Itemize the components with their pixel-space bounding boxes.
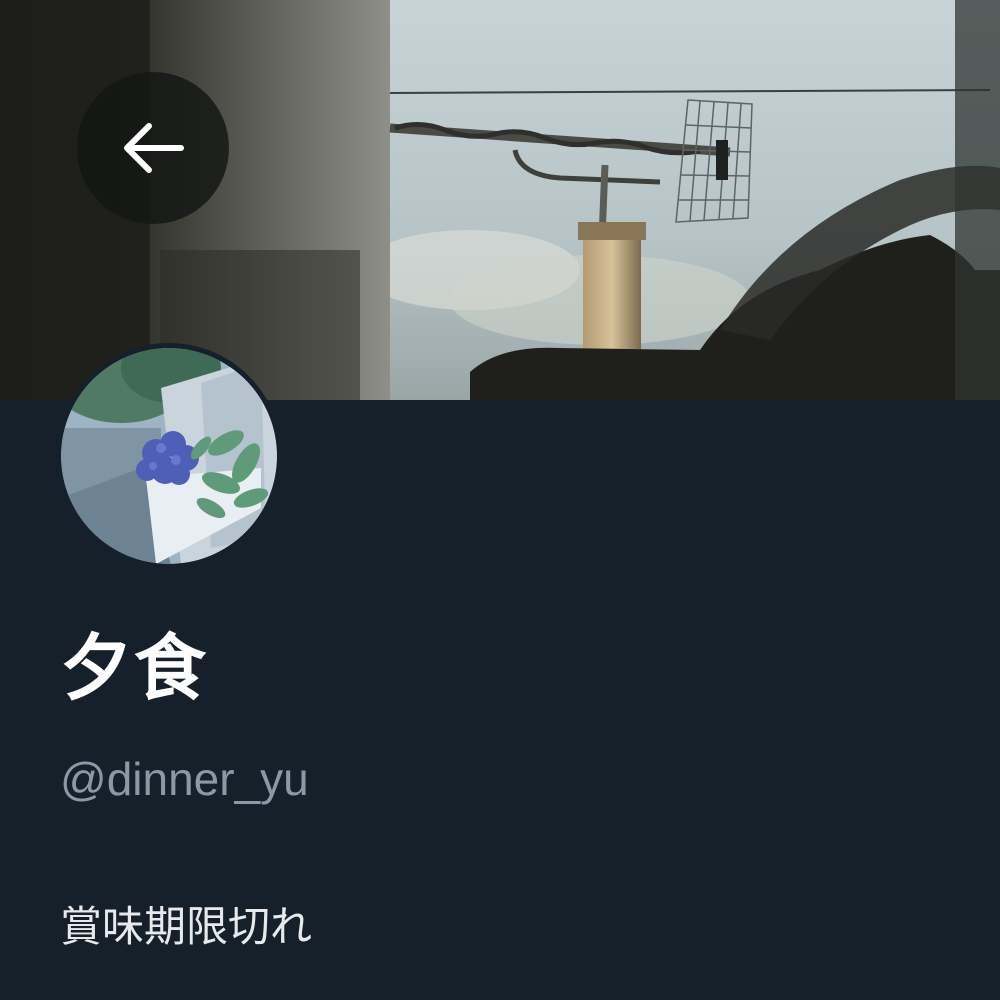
profile-handle: @dinner_yu xyxy=(60,753,309,805)
back-button[interactable] xyxy=(77,72,229,224)
arrow-left-icon xyxy=(124,123,184,173)
profile-page: 夕食 @dinner_yu 賞味期限切れ xyxy=(0,0,1000,1000)
avatar[interactable] xyxy=(56,343,282,569)
profile-display-name: 夕食 xyxy=(60,626,209,710)
profile-bio: 賞味期限切れ xyxy=(60,902,313,951)
avatar-hydrangea-image xyxy=(61,348,277,564)
